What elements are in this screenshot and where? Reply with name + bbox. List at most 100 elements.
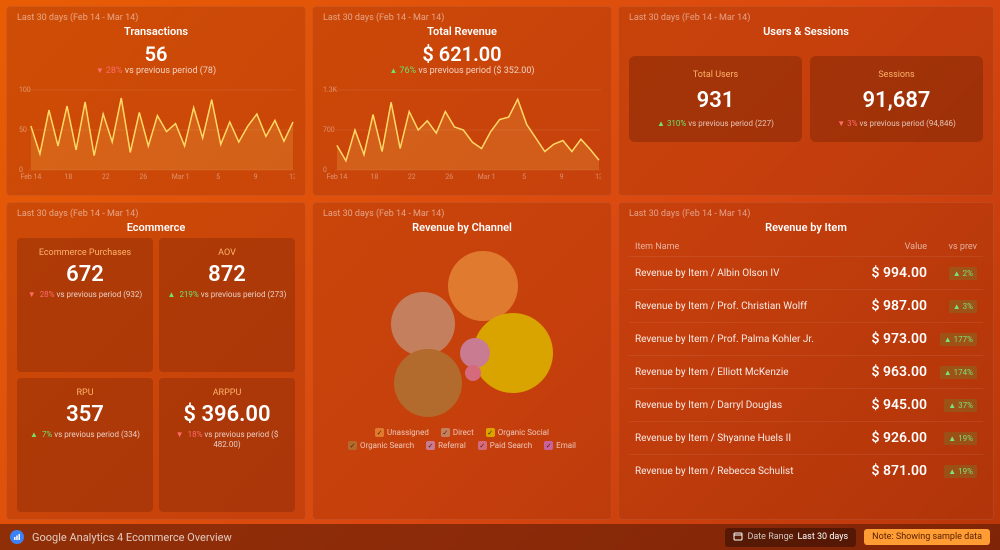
- total-users-card[interactable]: Total Users 931 ▲310% vs previous period…: [629, 56, 802, 142]
- ecommerce-card-label: Ecommerce Purchases: [23, 248, 147, 258]
- legend-swatch-icon: ✓: [486, 428, 495, 437]
- bubble[interactable]: [394, 349, 462, 417]
- legend-label: Paid Search: [490, 441, 532, 450]
- table-row[interactable]: Revenue by Item / Shyanne Huels II$ 926.…: [629, 421, 983, 454]
- col-item-name: Item Name: [635, 242, 855, 252]
- ecommerce-card-label: AOV: [165, 248, 289, 258]
- legend-swatch-icon: ✓: [375, 428, 384, 437]
- revenue-value: $ 621.00: [323, 42, 601, 66]
- table-row[interactable]: Revenue by Item / Rebecca Schulist$ 871.…: [629, 454, 983, 487]
- date-range-label: Date Range: [747, 532, 793, 542]
- sessions-vs-prev: vs previous period (94,846): [860, 119, 956, 128]
- legend-label: Organic Social: [498, 428, 549, 437]
- legend-item[interactable]: ✓Unassigned: [375, 428, 429, 437]
- col-vs-prev: vs prev: [927, 242, 977, 252]
- transactions-panel: Last 30 days (Feb 14 - Mar 14) Transacti…: [6, 6, 306, 196]
- legend-item[interactable]: ✓Paid Search: [478, 441, 532, 450]
- ecommerce-card-value: 357: [23, 402, 147, 427]
- legend-swatch-icon: ✓: [544, 441, 553, 450]
- table-row[interactable]: Revenue by Item / Elliott McKenzie$ 963.…: [629, 355, 983, 388]
- sessions-value: 91,687: [816, 88, 977, 113]
- up-caret-icon: ▲: [389, 66, 397, 75]
- table-row[interactable]: Revenue by Item / Prof. Palma Kohler Jr.…: [629, 322, 983, 355]
- pct-badge: ▲ 2%: [949, 267, 977, 280]
- sessions-change-pct: 3%: [847, 119, 857, 128]
- transactions-chart: 100 50 0 Feb 14182226Mar 15913: [17, 80, 295, 180]
- legend-label: Referral: [438, 441, 466, 450]
- svg-text:18: 18: [64, 173, 72, 180]
- total-users-value: 931: [635, 88, 796, 113]
- down-caret-icon: ▼: [176, 430, 184, 440]
- revenue-change-pct: 76%: [399, 66, 416, 76]
- revenue-chart: 1.3K 700 0 Feb 14182226Mar 15913: [323, 80, 601, 180]
- svg-text:Feb 14: Feb 14: [20, 173, 41, 180]
- sample-data-note: Note: Showing sample data: [864, 529, 990, 545]
- revenue-by-item-title: Revenue by Item: [629, 221, 983, 234]
- legend-item[interactable]: ✓Organic Social: [486, 428, 549, 437]
- table-row[interactable]: Revenue by Item / Albin Olson IV$ 994.00…: [629, 256, 983, 289]
- legend-item[interactable]: ✓Direct: [441, 428, 474, 437]
- svg-text:13: 13: [595, 173, 601, 180]
- table-header: Item Name Value vs prev: [629, 238, 983, 256]
- svg-text:1.3K: 1.3K: [323, 86, 338, 94]
- transactions-value: 56: [17, 42, 295, 66]
- up-caret-icon: ▲: [657, 119, 665, 128]
- revenue-by-channel-panel: Last 30 days (Feb 14 - Mar 14) Revenue b…: [312, 202, 612, 520]
- table-row[interactable]: Revenue by Item / Darryl Douglas$ 945.00…: [629, 388, 983, 421]
- item-value: $ 926.00: [855, 430, 927, 446]
- date-range-label: Last 30 days (Feb 14 - Mar 14): [629, 209, 983, 219]
- item-name: Revenue by Item / Prof. Christian Wolff: [635, 301, 855, 312]
- date-range-button[interactable]: Date Range Last 30 days: [725, 528, 856, 547]
- pct-badge: ▲ 174%: [940, 366, 977, 379]
- down-caret-icon: ▼: [837, 119, 845, 128]
- legend-item[interactable]: ✓Email: [544, 441, 576, 450]
- bubble[interactable]: [448, 251, 518, 321]
- sessions-label: Sessions: [816, 70, 977, 80]
- legend-swatch-icon: ✓: [426, 441, 435, 450]
- sessions-card[interactable]: Sessions 91,687 ▼3% vs previous period (…: [810, 56, 983, 142]
- date-range-label: Last 30 days (Feb 14 - Mar 14): [323, 209, 601, 219]
- transactions-vs-prev: vs previous period (78): [125, 66, 216, 76]
- item-name: Revenue by Item / Darryl Douglas: [635, 400, 855, 411]
- table-row[interactable]: Revenue by Item / Prof. Christian Wolff$…: [629, 289, 983, 322]
- up-caret-icon: ▲: [30, 430, 38, 440]
- legend-item[interactable]: ✓Organic Search: [348, 441, 414, 450]
- date-range-label: Last 30 days (Feb 14 - Mar 14): [629, 13, 983, 23]
- svg-text:22: 22: [102, 173, 110, 180]
- bubble[interactable]: [465, 365, 481, 381]
- ecommerce-title: Ecommerce: [17, 221, 295, 234]
- down-caret-icon: ▼: [96, 66, 104, 75]
- legend-swatch-icon: ✓: [478, 441, 487, 450]
- ecommerce-card[interactable]: AOV872▲ 219% vs previous period (273): [159, 238, 295, 372]
- revenue-by-channel-title: Revenue by Channel: [323, 221, 601, 234]
- svg-text:26: 26: [445, 173, 453, 180]
- revenue-title: Total Revenue: [323, 25, 601, 38]
- pct-badge: ▲ 19%: [944, 465, 977, 478]
- svg-text:9: 9: [254, 173, 258, 180]
- bubble[interactable]: [460, 338, 490, 368]
- legend-label: Unassigned: [387, 428, 429, 437]
- bubble[interactable]: [391, 292, 455, 356]
- svg-text:Feb 14: Feb 14: [326, 173, 347, 180]
- total-users-vs-prev: vs previous period (227): [688, 119, 774, 128]
- item-name: Revenue by Item / Shyanne Huels II: [635, 433, 855, 444]
- ecommerce-card[interactable]: RPU357▲ 7% vs previous period (334): [17, 378, 153, 512]
- item-value: $ 987.00: [855, 298, 927, 314]
- item-value: $ 973.00: [855, 331, 927, 347]
- table-body[interactable]: Revenue by Item / Albin Olson IV$ 994.00…: [629, 256, 983, 513]
- transactions-title: Transactions: [17, 25, 295, 38]
- item-name: Revenue by Item / Rebecca Schulist: [635, 466, 855, 477]
- legend-item[interactable]: ✓Referral: [426, 441, 466, 450]
- svg-text:22: 22: [408, 173, 416, 180]
- svg-text:13: 13: [289, 173, 295, 180]
- ecommerce-card[interactable]: ARPPU$ 396.00▼ 18% vs previous period ($…: [159, 378, 295, 512]
- svg-text:100: 100: [19, 86, 31, 94]
- ecommerce-card-value: 872: [165, 262, 289, 287]
- svg-text:5: 5: [216, 173, 220, 180]
- ecommerce-card[interactable]: Ecommerce Purchases672▼ 28% vs previous …: [17, 238, 153, 372]
- item-name: Revenue by Item / Elliott McKenzie: [635, 367, 855, 378]
- footer: Google Analytics 4 Ecommerce Overview Da…: [0, 524, 1000, 550]
- svg-text:5: 5: [522, 173, 526, 180]
- up-caret-icon: ▲: [168, 290, 176, 300]
- legend-swatch-icon: ✓: [441, 428, 450, 437]
